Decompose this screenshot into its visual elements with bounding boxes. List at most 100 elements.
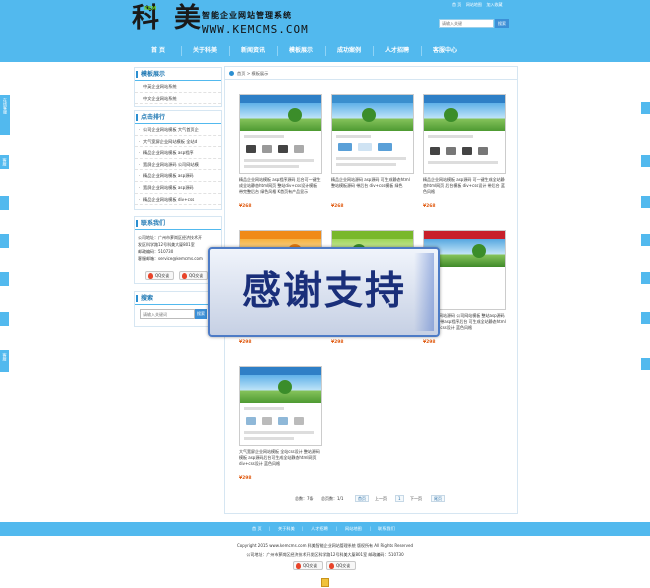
qq-label: QQ交谈: [336, 563, 351, 568]
float-service-item[interactable]: 客服: [0, 155, 9, 169]
footer-link-about[interactable]: 关于科美: [278, 522, 295, 536]
pager-prev[interactable]: 上一页: [375, 494, 387, 504]
contact-address-line: 公司地址：广州市萝岗区经济技术开: [138, 235, 202, 240]
contact-email: 客服邮箱：service@kemcms.com: [138, 256, 203, 261]
product-card[interactable]: 大气宽屏企业网站模板 全站css设计 整站源码模板 asp源码后台可生成全站静态…: [239, 366, 324, 481]
float-right-strip[interactable]: [641, 234, 650, 246]
pagination: 总数：7条 总页数：1/1 首页 上一页 1 下一页 尾页: [295, 494, 515, 504]
nav-service[interactable]: 客服中心: [426, 40, 464, 62]
header-search: 搜索: [439, 19, 509, 28]
pager-next[interactable]: 下一页: [410, 494, 422, 504]
footer-divider: |: [336, 526, 338, 531]
product-price: ¥298: [239, 340, 252, 345]
contact-qq-row: QQ交谈 QQ交谈: [145, 271, 215, 280]
rank-title: 点击排行: [135, 111, 221, 124]
penguin-icon: [182, 273, 187, 279]
nav-news[interactable]: 新闻资讯: [234, 40, 272, 62]
footer-link-contact[interactable]: 联系我们: [378, 522, 395, 536]
float-right-strip[interactable]: [641, 196, 650, 208]
top-link-sitemap[interactable]: 网站地图: [466, 2, 482, 7]
contact-postcode: 邮政编码：510730: [138, 249, 174, 254]
product-card[interactable]: 精品企业网站模板 asp源码 可一键生成全站静态html网页 后台模板 div+…: [423, 94, 508, 209]
top-link-favorite[interactable]: 加入收藏: [486, 2, 502, 7]
float-service-label: 在线客服: [3, 98, 8, 114]
home-icon: [229, 71, 234, 76]
product-description[interactable]: 精品企业网站模板 asp源码 可一键生成全站静态html网页 后台模板 div+…: [423, 177, 506, 202]
product-thumbnail[interactable]: [239, 366, 322, 446]
category-item[interactable]: 中文企业网站系统: [135, 93, 221, 105]
header-search-button[interactable]: 搜索: [495, 19, 509, 28]
footer-link-home[interactable]: 首 页: [252, 522, 262, 536]
pager-current[interactable]: 1: [395, 495, 404, 502]
thanks-overlay: 感谢支持: [208, 247, 440, 337]
category-item[interactable]: 中英企业网站系统: [135, 81, 221, 93]
float-right-strip[interactable]: [641, 155, 650, 167]
product-description[interactable]: 大气宽屏企业网站模板 全站css设计 整站源码模板 asp源码后台可生成全站静态…: [239, 449, 322, 474]
breadcrumb: 首页 > 模板展示: [225, 67, 517, 80]
float-right-strip[interactable]: [641, 102, 650, 114]
footer-link-sitemap[interactable]: 网站地图: [345, 522, 362, 536]
rank-item[interactable]: 精品企业网站模板 asp程序: [135, 147, 221, 159]
top-link-home[interactable]: 首 页: [452, 2, 461, 7]
nav-templates[interactable]: 模板展示: [282, 40, 320, 62]
nav-about[interactable]: 关于科美: [186, 40, 224, 62]
product-description[interactable]: 精品企业网站模板 asp程序源码 后台可一键生成全站静态html网页 整站div…: [239, 177, 322, 202]
rank-item[interactable]: 精品企业网站模板 div+css: [135, 194, 221, 206]
product-card[interactable]: 精品企业网站模板 asp程序源码 后台可一键生成全站静态html网页 整站div…: [239, 94, 324, 209]
product-price: ¥268: [423, 204, 436, 209]
rank-item[interactable]: 精品企业网站模板 asp源码: [135, 170, 221, 182]
rank-item[interactable]: 大气宽屏企业网站模板 全站d: [135, 136, 221, 148]
nav-cases[interactable]: 成功案例: [330, 40, 368, 62]
rank-item[interactable]: 宽屏企业网站源码 公司网站模: [135, 159, 221, 171]
float-right-strip[interactable]: [641, 312, 650, 324]
breadcrumb-text[interactable]: 首页 > 模板展示: [237, 71, 268, 76]
pager-total: 总数：7条: [295, 496, 314, 501]
certification-badge-icon[interactable]: [321, 578, 329, 587]
qq-chat-button[interactable]: QQ交谈: [179, 271, 208, 280]
qq-label: QQ交谈: [189, 273, 204, 278]
pager-first[interactable]: 首页: [355, 495, 369, 502]
float-item-label: 客服: [2, 158, 8, 166]
rank-item[interactable]: 宽屏企业网站模板 asp源码: [135, 182, 221, 194]
footer-copyright: Copyright 2015 www.kemcms.com 科美智能企业网站管理…: [236, 543, 414, 548]
penguin-icon: [148, 273, 153, 279]
sidebar-search-button[interactable]: 搜索: [195, 309, 207, 319]
rank-item[interactable]: 公司企业网站模板 大气首页企: [135, 124, 221, 136]
sidebar-search-input[interactable]: [140, 309, 195, 319]
float-right-strip[interactable]: [641, 272, 650, 284]
product-thumbnail[interactable]: [423, 94, 506, 174]
float-service-item[interactable]: [0, 196, 9, 210]
footer-qq-button[interactable]: QQ交谈: [293, 561, 323, 570]
logo-domain: WWW.KEMCMS.COM: [202, 23, 309, 36]
nav-divider: [325, 46, 326, 56]
footer-link-jobs[interactable]: 人才招聘: [311, 522, 328, 536]
product-thumbnail[interactable]: [239, 94, 322, 174]
qq-chat-button[interactable]: QQ交谈: [145, 271, 174, 280]
contact-title: 联系我们: [135, 217, 221, 230]
float-service-item[interactable]: [0, 234, 9, 248]
logo-tag: KEM: [144, 6, 157, 12]
product-thumbnail[interactable]: [331, 94, 414, 174]
nav-divider: [421, 46, 422, 56]
rank-panel: 点击排行 公司企业网站模板 大气首页企 大气宽屏企业网站模板 全站d 精品企业网…: [134, 110, 222, 210]
float-right-strip[interactable]: [641, 358, 650, 370]
float-service-top[interactable]: 在线客服: [0, 95, 10, 135]
float-service-item[interactable]: [0, 312, 9, 326]
product-description[interactable]: 精品企业网站源码 asp源码 可生成静态html 整站模板源码 带后台 div+…: [331, 177, 414, 202]
site-header: 科 KEM 美 智能企业网站管理系统 WWW.KEMCMS.COM 首 页 网站…: [0, 0, 650, 40]
footer-qq-button[interactable]: QQ交谈: [326, 561, 356, 570]
float-service-item[interactable]: [0, 272, 9, 286]
logo-slogan: 智能企业网站管理系统: [202, 11, 292, 20]
product-card[interactable]: 精品企业网站源码 asp源码 可生成静态html 整站模板源码 带后台 div+…: [331, 94, 416, 209]
product-price: ¥268: [331, 204, 344, 209]
nav-divider: [277, 46, 278, 56]
product-price: ¥298: [423, 340, 436, 345]
nav-divider: [181, 46, 182, 56]
main-nav: 首 页 关于科美 新闻资讯 模板展示 成功案例 人才招聘 客服中心: [0, 40, 650, 62]
float-service-item[interactable]: 客服: [0, 350, 9, 372]
pager-last[interactable]: 尾页: [431, 495, 445, 502]
header-search-input[interactable]: [439, 19, 494, 28]
nav-jobs[interactable]: 人才招聘: [378, 40, 416, 62]
site-logo[interactable]: 科 KEM 美 智能企业网站管理系统 WWW.KEMCMS.COM: [132, 4, 362, 37]
nav-home[interactable]: 首 页: [140, 40, 176, 62]
